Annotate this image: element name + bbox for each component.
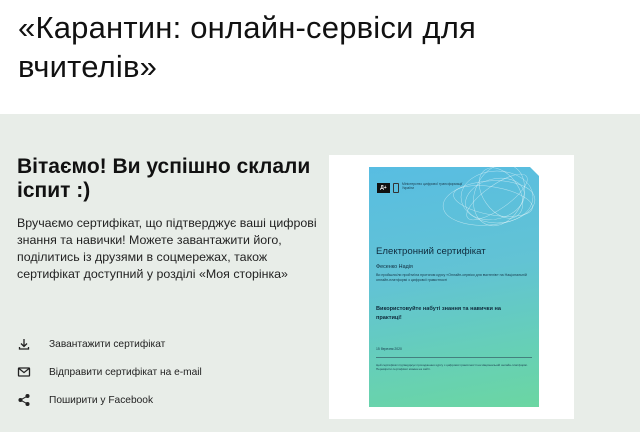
trident-emblem	[393, 183, 399, 193]
page-fold	[529, 167, 539, 177]
email-certificate-label: Відправити сертифікат на e-mail	[49, 366, 202, 378]
page-title: «Карантин: онлайн-сервіси для вчителів»	[18, 10, 476, 84]
certificate-document: Д+ Міністерство цифрової трансформації У…	[369, 167, 539, 407]
diia-logo: Д+	[377, 183, 390, 193]
certificate-title: Електронний сертифікат	[376, 246, 486, 257]
certificate-date: 15 березня 2020	[376, 347, 402, 351]
email-certificate-button[interactable]: Відправити сертифікат на e-mail	[17, 363, 202, 381]
download-certificate-button[interactable]: Завантажити сертифікат	[17, 335, 165, 353]
certificate-divider	[376, 357, 532, 358]
share-icon	[17, 393, 31, 407]
certificate-preview: Д+ Міністерство цифрової трансформації У…	[329, 155, 574, 419]
share-facebook-button[interactable]: Поширити у Facebook	[17, 391, 153, 409]
ministry-name: Міністерство цифрової трансформації Укра…	[402, 182, 463, 191]
certificate-recipient: Фесенко Надія	[376, 264, 413, 270]
certificate-slogan: Використовуйте набуті знання та навички …	[376, 306, 501, 321]
download-certificate-label: Завантажити сертифікат	[49, 338, 166, 350]
certificate-footer: Цей сертифікат підтверджує проходження к…	[376, 363, 528, 371]
certificate-body: Ви пройшли/ли пройти/ла протягом курсу «…	[376, 273, 527, 282]
result-panel: Вітаємо! Ви успішно склали іспит :) Вруч…	[0, 114, 640, 432]
download-icon	[17, 337, 31, 351]
mail-icon	[17, 365, 31, 379]
share-facebook-label: Поширити у Facebook	[49, 394, 154, 406]
page-header: «Карантин: онлайн-сервіси для вчителів»	[0, 0, 640, 114]
success-description: Вручаємо сертифікат, що підтверджує ваші…	[17, 216, 317, 281]
success-heading: Вітаємо! Ви успішно склали іспит :)	[17, 155, 311, 202]
certificate-pattern	[442, 167, 536, 226]
